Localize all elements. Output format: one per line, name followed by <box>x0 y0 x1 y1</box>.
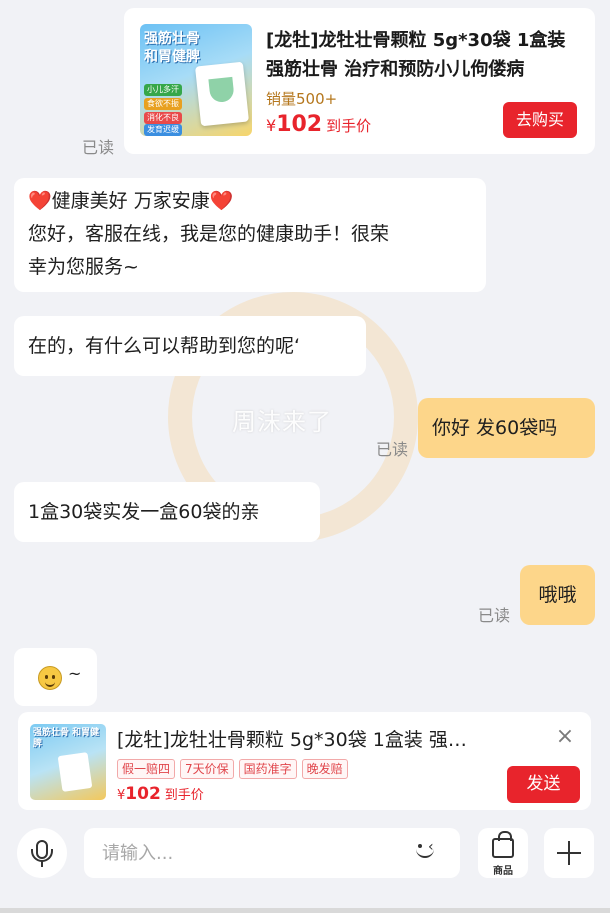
message-bubble-left[interactable]: ~ <box>14 648 97 706</box>
message-text: ~ <box>68 664 82 683</box>
product-suggestion-panel[interactable]: 强筋壮骨 和胃健脾 [龙牡]龙牡壮骨颗粒 5g*30袋 1盒装 强筋壮骨 × 假… <box>18 712 591 810</box>
message-line: 幸为您服务~ <box>28 256 139 278</box>
close-icon[interactable]: × <box>554 726 576 748</box>
thumbnail-tag: 小儿多汗 <box>144 84 182 96</box>
emoji-icon[interactable]: ‹ <box>410 838 442 868</box>
thumbnail-tag: 消化不良 <box>144 112 182 124</box>
suggestion-thumbnail-text: 强筋壮骨 和胃健脾 <box>33 728 100 749</box>
goods-button[interactable]: 商品 <box>478 828 528 878</box>
message-line: ❤️健康美好 万家安康❤️ <box>28 190 234 212</box>
message-input[interactable] <box>84 828 460 878</box>
price-label: 到手价 <box>164 788 204 803</box>
suggestion-price: ¥102 到手价 <box>117 784 204 804</box>
suggestion-title[interactable]: [龙牡]龙牡壮骨颗粒 5g*30袋 1盒装 强筋壮骨 <box>117 726 477 754</box>
price-value: 102 <box>276 112 323 137</box>
watermark-text: 周沫来了 <box>232 408 332 436</box>
emoji-icon-smile <box>416 848 434 858</box>
message-bubble-right[interactable]: 哦哦 <box>520 565 595 625</box>
product-price: ¥102 到手价 <box>266 112 371 137</box>
buy-button[interactable]: 去购买 <box>503 102 577 138</box>
message-line: 您好，客服在线，我是您的健康助手！很荣 <box>28 223 390 245</box>
plus-icon[interactable] <box>544 828 594 878</box>
product-thumbnail[interactable]: 强筋壮骨 和胃健脾 小儿多汗 食欲不振 消化不良 发育迟缓 <box>140 24 252 136</box>
read-status: 已读 <box>376 440 409 459</box>
price-currency: ¥ <box>266 116 277 135</box>
goods-bag-icon <box>492 831 514 858</box>
message-bubble-right[interactable]: 你好 发60袋吗 <box>418 398 595 458</box>
service-tag: 国药准字 <box>238 759 297 779</box>
price-value: 102 <box>125 784 161 804</box>
product-card[interactable]: 强筋壮骨 和胃健脾 小儿多汗 食欲不振 消化不良 发育迟缓 [龙牡]龙牡壮骨颗粒… <box>124 8 595 154</box>
product-sales: 销量500+ <box>266 90 338 108</box>
thumbnail-title: 强筋壮骨 和胃健脾 <box>144 31 200 65</box>
read-status: 已读 <box>478 606 511 625</box>
message-bubble-left[interactable]: 1盒30袋实发一盒60袋的亲 <box>14 482 320 542</box>
send-button[interactable]: 发送 <box>507 766 580 803</box>
message-bubble-left[interactable]: ❤️健康美好 万家安康❤️ 您好，客服在线，我是您的健康助手！很荣 幸为您服务~ <box>14 178 486 292</box>
read-status: 已读 <box>82 138 115 157</box>
service-tag: 晚发赔 <box>301 759 348 779</box>
thumbnail-tag: 食欲不振 <box>144 98 182 110</box>
message-bubble-left[interactable]: 在的，有什么可以帮助到您的呢‘ <box>14 316 366 376</box>
service-tag: 7天价保 <box>180 759 234 779</box>
thumbnail-tag: 发育迟缓 <box>144 124 182 136</box>
smile-emoji-icon <box>38 666 62 690</box>
goods-label: 商品 <box>493 866 513 877</box>
suggestion-thumbnail[interactable]: 强筋壮骨 和胃健脾 <box>30 724 106 800</box>
microphone-icon-stem <box>41 861 43 867</box>
service-tag: 假一赔四 <box>117 759 176 779</box>
price-label: 到手价 <box>326 117 372 135</box>
voice-button[interactable] <box>17 828 67 878</box>
product-box-image <box>194 61 250 127</box>
bottom-divider <box>0 908 610 913</box>
product-title[interactable]: [龙牡]龙牡壮骨颗粒 5g*30袋 1盒装 强筋壮骨 治疗和预防小儿佝偻病 <box>266 26 582 84</box>
suggestion-tags: 假一赔四 7天价保 国药准字 晚发赔 <box>117 759 348 779</box>
input-bar: ‹ 商品 <box>0 818 610 898</box>
